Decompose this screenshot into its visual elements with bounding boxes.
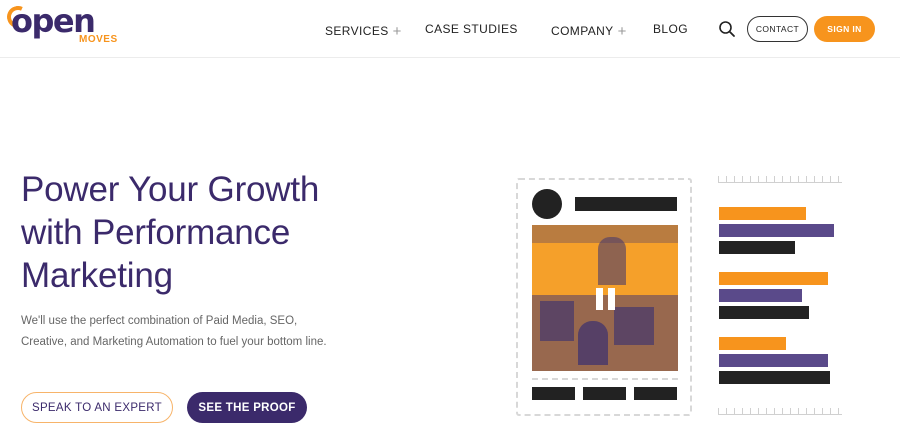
- nav-item-blog[interactable]: BLOG: [653, 22, 688, 36]
- site-header: open MOVES SERVICES + CASE STUDIES COMPAN…: [0, 0, 900, 58]
- nav-item-case-studies[interactable]: CASE STUDIES: [425, 22, 518, 36]
- hero-description-line: Creative, and Marketing Automation to fu…: [21, 336, 327, 348]
- bar-chart-illustration: [718, 176, 844, 418]
- pause-bar: [596, 288, 603, 310]
- plus-icon: +: [617, 23, 627, 40]
- search-button[interactable]: [718, 20, 736, 38]
- logo-subtitle: MOVES: [79, 34, 118, 45]
- hero-title-line: with Performance: [21, 213, 291, 252]
- action-placeholder-bar: [583, 387, 626, 400]
- hero-description: We'll use the perfect combination of Pai…: [21, 311, 381, 353]
- action-placeholder-bar: [634, 387, 677, 400]
- nav-label: COMPANY: [551, 24, 614, 38]
- plus-icon: +: [392, 23, 402, 40]
- tick-ruler-top: [718, 176, 842, 183]
- nav-label: CASE STUDIES: [425, 22, 518, 36]
- illustration-bar-purple: [719, 289, 802, 302]
- laptop-shape: [540, 301, 574, 341]
- illustration-bar-dark: [719, 306, 809, 319]
- nav-item-company[interactable]: COMPANY +: [551, 22, 627, 40]
- illustration-bar-dark: [719, 241, 795, 254]
- illustration-bar-purple: [719, 224, 834, 237]
- hero-description-line: We'll use the perfect combination of Pai…: [21, 315, 298, 327]
- person-shape: [598, 237, 626, 285]
- illustration-bar-orange: [719, 337, 786, 350]
- speak-to-expert-button[interactable]: SPEAK TO AN EXPERT: [21, 392, 173, 423]
- illustration-bar-orange: [719, 272, 828, 285]
- tick-ruler-bottom: [718, 408, 842, 415]
- nav-label: SERVICES: [325, 24, 389, 38]
- see-the-proof-button[interactable]: SEE THE PROOF: [187, 392, 307, 423]
- contact-button[interactable]: CONTACT: [747, 16, 808, 42]
- logo[interactable]: open MOVES: [3, 2, 123, 49]
- nav-label: BLOG: [653, 22, 688, 36]
- pause-bar: [608, 288, 615, 310]
- hero-title-line: Power Your Growth: [21, 170, 320, 209]
- search-icon: [719, 21, 735, 37]
- social-post-illustration: [516, 178, 692, 416]
- name-placeholder-bar: [575, 197, 677, 211]
- avatar: [532, 189, 562, 219]
- card-divider: [532, 378, 678, 380]
- hero-title: Power Your Growth with Performance Marke…: [21, 168, 441, 297]
- media-top-shade: [532, 225, 678, 243]
- person-shape: [578, 321, 608, 365]
- illustration-bar-dark: [719, 371, 830, 384]
- nav-item-services[interactable]: SERVICES +: [325, 22, 402, 40]
- hero-title-line: Marketing: [21, 256, 173, 295]
- action-placeholder-bar: [532, 387, 575, 400]
- video-thumbnail[interactable]: [532, 225, 678, 371]
- illustration-bar-purple: [719, 354, 828, 367]
- sign-in-button[interactable]: SIGN IN: [814, 16, 875, 42]
- illustration-bar-orange: [719, 207, 806, 220]
- laptop-shape: [614, 307, 654, 345]
- pause-icon[interactable]: [596, 288, 616, 310]
